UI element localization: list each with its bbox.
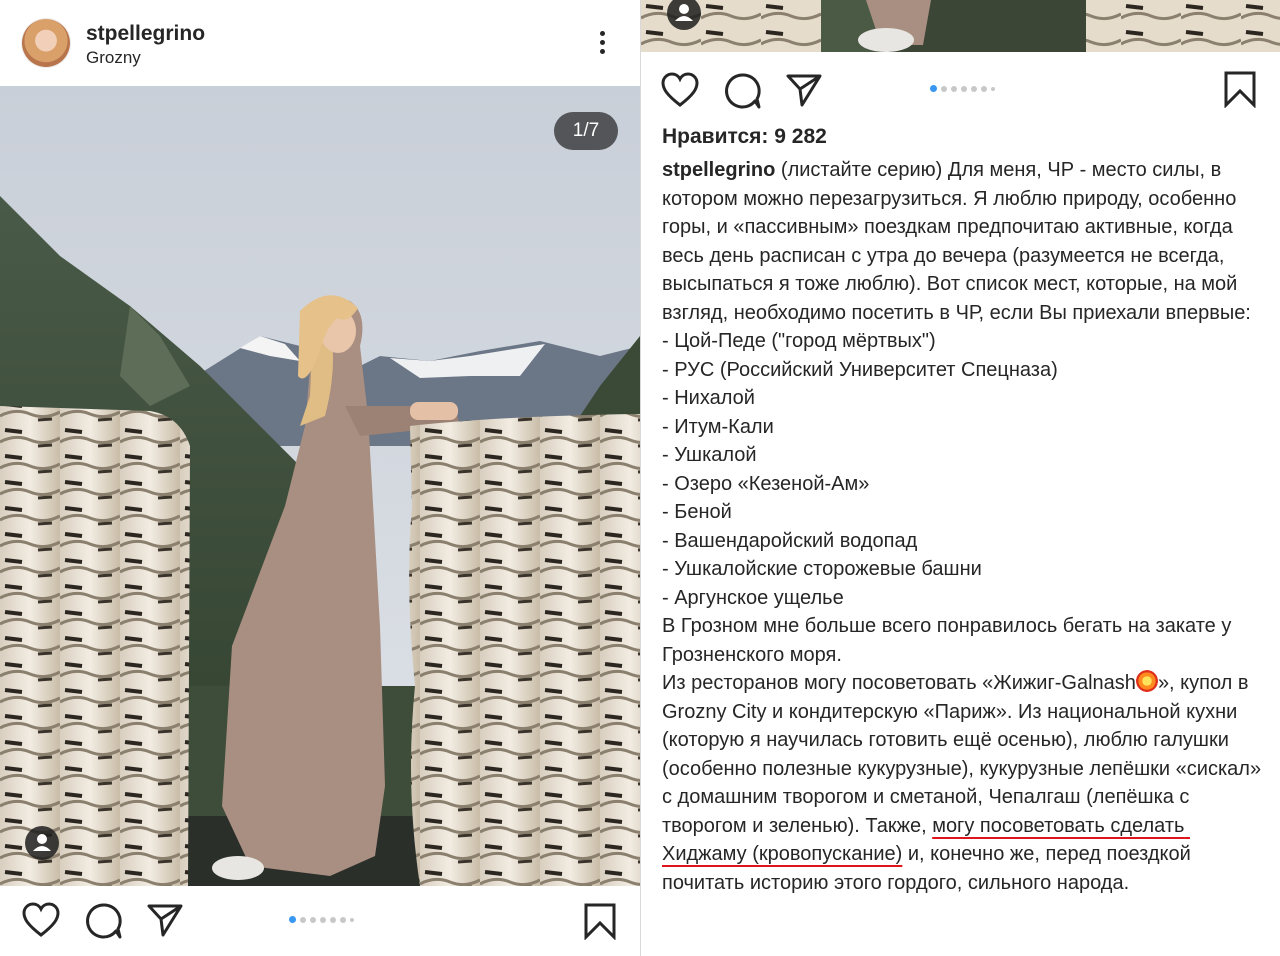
more-icon[interactable] [593, 31, 611, 59]
post-caption: stpellegrino (листайте серию) Для меня, … [662, 156, 1262, 897]
caption-list-item: - Нихалой [662, 387, 755, 409]
caption-list-item: - Вашендаройский водопад [662, 529, 918, 552]
post-header: stpellegrino Grozny [0, 0, 640, 84]
share-icon[interactable] [147, 902, 183, 938]
caption-list-item: - Аргунское ущелье [662, 586, 844, 609]
carousel-dots [289, 916, 354, 923]
comment-icon[interactable] [724, 72, 762, 110]
caption-list-item: - Ушкалой [662, 444, 757, 466]
location[interactable]: Grozny [86, 48, 141, 68]
collision-emoji [1135, 670, 1158, 692]
caption-list-item: - Итум-Кали [662, 415, 774, 438]
heart-icon[interactable] [22, 902, 60, 938]
photo-counter: 1/7 [554, 112, 618, 150]
bookmark-icon[interactable] [1223, 70, 1257, 108]
caption-username[interactable]: stpellegrino [662, 159, 775, 181]
carousel-dots [930, 85, 995, 92]
caption-intro: (листайте серию) Для меня, ЧР - место си… [662, 159, 1257, 352]
caption-list-item: - РУС (Российский Университет Спецназа) [662, 358, 1058, 381]
post-left: stpellegrino Grozny 1/7 [0, 0, 640, 956]
caption-list-item: - Беной [662, 501, 732, 523]
username[interactable]: stpellegrino [86, 22, 205, 46]
bookmark-icon[interactable] [583, 902, 617, 940]
caption-restaurants: Из ресторанов могу посоветовать «Жижиг-G… [662, 672, 1136, 694]
post-right: Нравится: 9 282 stpellegrino (листайте с… [641, 0, 1280, 956]
share-icon[interactable] [786, 72, 822, 108]
caption-grozny: В Грозном мне больше всего понравилось б… [662, 615, 1237, 666]
caption-list-item: - Ушкалойские сторожевые башни [662, 558, 982, 580]
photo-strip[interactable] [641, 0, 1280, 52]
avatar[interactable] [22, 19, 70, 67]
post-photo[interactable] [0, 86, 640, 886]
likes-count[interactable]: Нравится: 9 282 [662, 125, 827, 149]
caption-restaurants-cont: », купол в Grozny City и кондитерскую «П… [662, 672, 1267, 837]
user-tag-icon[interactable] [667, 0, 701, 30]
user-tag-icon[interactable] [25, 826, 59, 860]
comment-icon[interactable] [85, 902, 123, 940]
heart-icon[interactable] [661, 72, 699, 108]
caption-list-item: - Озеро «Кезеной-Ам» [662, 472, 870, 495]
